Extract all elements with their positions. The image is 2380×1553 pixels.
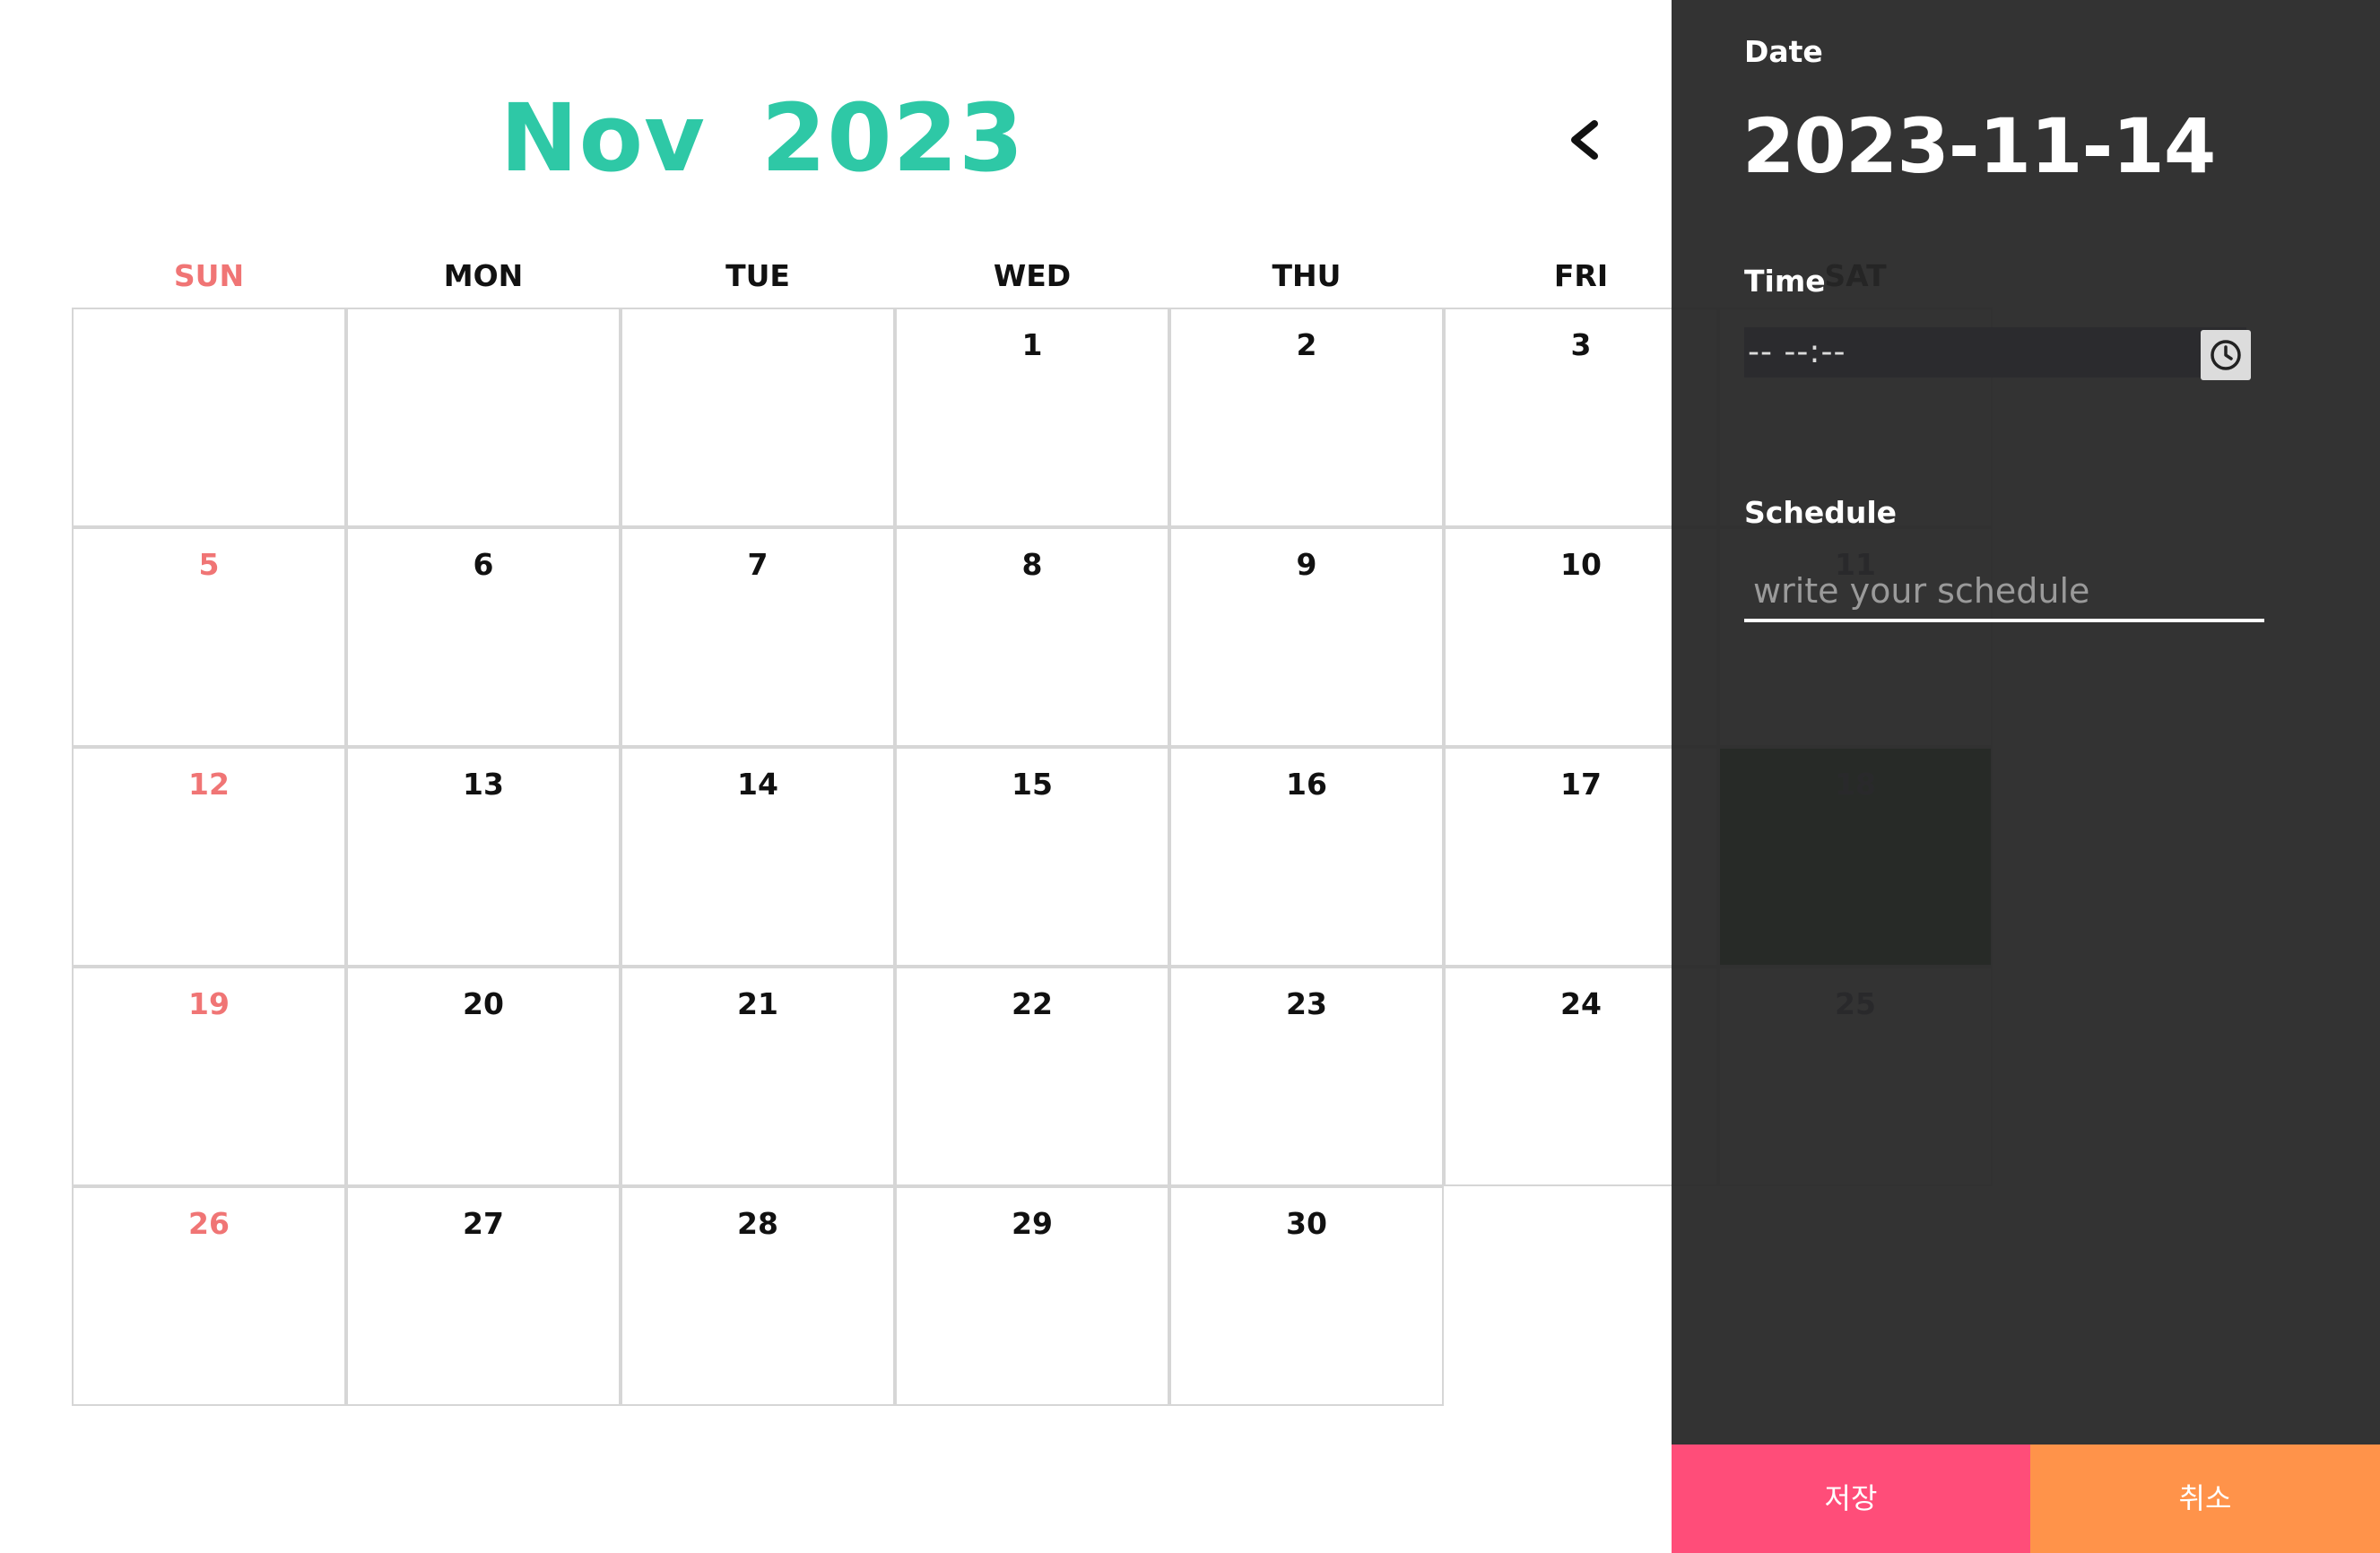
calendar-cell-5[interactable]: 5 bbox=[72, 527, 346, 747]
chevron-left-icon bbox=[1571, 120, 1598, 160]
calendar-cell-23[interactable]: 23 bbox=[1169, 967, 1444, 1186]
weekday-wed: WED bbox=[993, 258, 1072, 293]
calendar-cell-28[interactable]: 28 bbox=[621, 1186, 895, 1406]
calendar-cell-15[interactable]: 15 bbox=[895, 747, 1169, 967]
day-number: 26 bbox=[188, 1206, 230, 1241]
calendar-cell-1[interactable]: 1 bbox=[895, 308, 1169, 527]
day-number: 9 bbox=[1296, 547, 1317, 582]
date-label: Date bbox=[1744, 34, 1823, 69]
day-number: 27 bbox=[463, 1206, 504, 1241]
year-label: 2023 bbox=[760, 83, 1025, 193]
calendar-cell-empty bbox=[346, 308, 621, 527]
calendar-cell-27[interactable]: 27 bbox=[346, 1186, 621, 1406]
time-picker-button[interactable] bbox=[2201, 330, 2251, 380]
time-value: -- --:-- bbox=[1748, 334, 1846, 370]
calendar-cell-7[interactable]: 7 bbox=[621, 527, 895, 747]
day-number: 22 bbox=[1012, 986, 1053, 1021]
day-number: 20 bbox=[463, 986, 504, 1021]
day-number: 8 bbox=[1021, 547, 1043, 582]
month-label: Nov bbox=[499, 83, 706, 193]
calendar-cell-19[interactable]: 19 bbox=[72, 967, 346, 1186]
calendar-cell-6[interactable]: 6 bbox=[346, 527, 621, 747]
calendar-cell-empty bbox=[72, 308, 346, 527]
save-button[interactable]: 저장 bbox=[1672, 1445, 2030, 1553]
calendar-cell-empty bbox=[621, 308, 895, 527]
day-number: 13 bbox=[463, 767, 504, 802]
calendar-cell-26[interactable]: 26 bbox=[72, 1186, 346, 1406]
calendar-cell-20[interactable]: 20 bbox=[346, 967, 621, 1186]
calendar-cell-16[interactable]: 16 bbox=[1169, 747, 1444, 967]
day-number: 15 bbox=[1012, 767, 1053, 802]
selected-date: 2023-11-14 bbox=[1742, 102, 2216, 190]
weekday-mon: MON bbox=[443, 258, 524, 293]
calendar-cell-21[interactable]: 21 bbox=[621, 967, 895, 1186]
calendar-cell-13[interactable]: 13 bbox=[346, 747, 621, 967]
calendar-cell-22[interactable]: 22 bbox=[895, 967, 1169, 1186]
day-number: 5 bbox=[198, 547, 220, 582]
day-number: 19 bbox=[188, 986, 230, 1021]
day-number: 16 bbox=[1286, 767, 1327, 802]
time-input[interactable]: -- --:-- bbox=[1744, 327, 2246, 377]
day-number: 6 bbox=[473, 547, 494, 582]
schedule-input[interactable] bbox=[1744, 563, 2264, 622]
day-number: 28 bbox=[737, 1206, 778, 1241]
time-label: Time bbox=[1744, 264, 1826, 299]
calendar-cell-8[interactable]: 8 bbox=[895, 527, 1169, 747]
calendar-cell-2[interactable]: 2 bbox=[1169, 308, 1444, 527]
calendar-cell-29[interactable]: 29 bbox=[895, 1186, 1169, 1406]
clock-icon bbox=[2211, 340, 2241, 370]
day-number: 14 bbox=[737, 767, 778, 802]
day-number: 2 bbox=[1296, 327, 1317, 362]
schedule-panel: Date 2023-11-14 Time -- --:-- Schedule bbox=[1672, 0, 2380, 1553]
calendar-cell-14[interactable]: 14 bbox=[621, 747, 895, 967]
cancel-button[interactable]: 취소 bbox=[2030, 1445, 2380, 1553]
day-number: 1 bbox=[1021, 327, 1043, 362]
day-number: 30 bbox=[1286, 1206, 1327, 1241]
day-number: 23 bbox=[1286, 986, 1327, 1021]
day-number: 7 bbox=[747, 547, 769, 582]
weekday-tue: TUE bbox=[725, 258, 790, 293]
day-number: 12 bbox=[188, 767, 230, 802]
day-number: 29 bbox=[1012, 1206, 1053, 1241]
weekday-thu: THU bbox=[1272, 258, 1342, 293]
day-number: 21 bbox=[737, 986, 778, 1021]
weekday-sun: SUN bbox=[173, 258, 245, 293]
calendar-cell-9[interactable]: 9 bbox=[1169, 527, 1444, 747]
calendar-cell-30[interactable]: 30 bbox=[1169, 1186, 1444, 1406]
calendar-title: Nov 2023 bbox=[0, 79, 1524, 197]
schedule-label: Schedule bbox=[1744, 495, 1898, 530]
prev-month-button[interactable] bbox=[1560, 108, 1607, 172]
calendar-page: Nov2023 SUNMONTUEWEDTHUFRISAT 1234567891… bbox=[0, 0, 2380, 1553]
calendar-cell-12[interactable]: 12 bbox=[72, 747, 346, 967]
